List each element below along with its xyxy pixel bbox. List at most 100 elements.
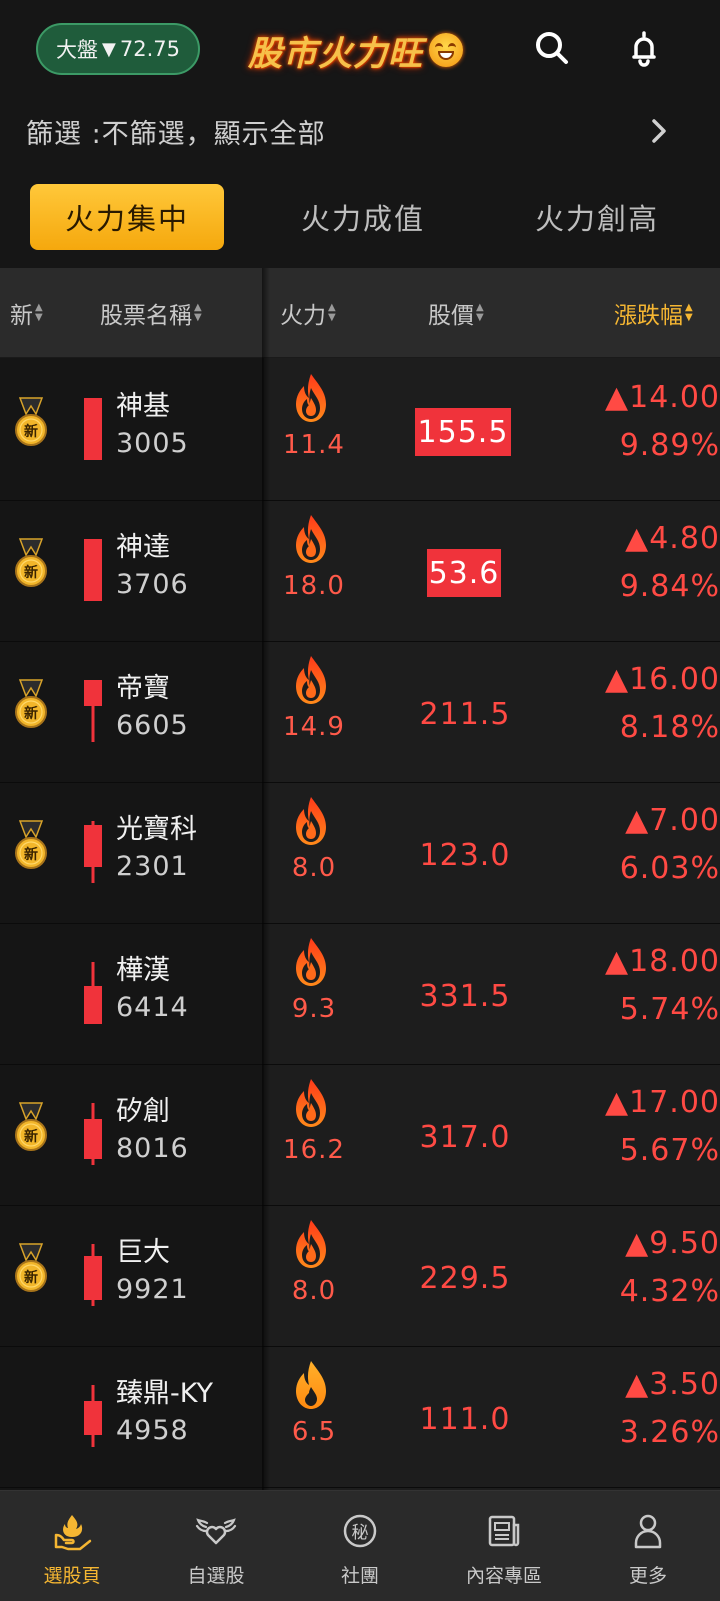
percent-change: 8.18% — [619, 710, 720, 745]
sort-icon: ▲ ▼ — [328, 302, 336, 323]
table-row[interactable]: 新 矽創 8016 16.2 317.0 ▲17.00 5.67% — [0, 1063, 720, 1206]
nav-label: 自選股 — [187, 1565, 245, 1587]
new-medal-icon: 新 — [15, 679, 47, 728]
column-header-price-label: 股價 — [428, 303, 474, 329]
medal-text: 新 — [24, 1269, 38, 1286]
market-index-pill[interactable]: 大盤 ▼ 72.75 — [36, 23, 200, 75]
nav-label: 社團 — [340, 1565, 379, 1587]
candlestick-icon — [84, 1244, 102, 1306]
stock-code: 8016 — [116, 1133, 189, 1164]
column-header-fire-label: 火力 — [280, 303, 326, 329]
nav-club[interactable]: 秘 社團 — [288, 1491, 432, 1601]
table-row[interactable]: 新 神基 3005 11.4 155.5 ▲14.00 9.89% — [0, 358, 720, 501]
filter-bar[interactable]: 篩選 :不篩選，顯示全部 — [0, 96, 720, 168]
stock-name: 巨大 — [116, 1237, 170, 1268]
stock-price: 211.5 — [419, 696, 511, 732]
medal-text: 新 — [24, 705, 38, 722]
table-row[interactable]: 臻鼎-KY 4958 6.5 111.0 ▲3.50 3.26% — [0, 1345, 720, 1488]
chevron-right-icon[interactable] — [644, 116, 674, 146]
stock-code: 6605 — [116, 710, 189, 741]
candlestick-icon — [84, 539, 102, 601]
flame-icon — [296, 656, 326, 704]
price-change: ▲9.50 — [625, 1226, 720, 1261]
price-change: ▲18.00 — [605, 944, 720, 979]
nav-label: 選股頁 — [43, 1565, 101, 1587]
column-header-new-label: 新 — [10, 303, 33, 329]
table-row[interactable]: 新 神達 3706 18.0 53.6 ▲4.80 9.84% — [0, 499, 720, 642]
stock-pick-icon — [54, 1515, 92, 1551]
pane-divider — [262, 268, 270, 1490]
stock-code: 2301 — [116, 851, 189, 882]
candlestick-icon — [84, 821, 102, 883]
column-header-new[interactable]: 新 ▲ ▼ — [10, 268, 43, 358]
column-header-change-label: 漲跌幅 — [614, 303, 683, 329]
column-header-fire[interactable]: 火力 ▲ ▼ — [280, 268, 336, 358]
new-medal-icon: 新 — [15, 538, 47, 587]
candlestick-icon — [84, 680, 102, 742]
fire-value: 9.3 — [291, 994, 337, 1024]
stock-name: 神基 — [116, 391, 170, 422]
column-header-price[interactable]: 股價 ▲ ▼ — [428, 268, 484, 358]
tab-fire-new-high[interactable]: 火力創高 — [500, 184, 694, 250]
table-row[interactable]: 樺漢 6414 9.3 331.5 ▲18.00 5.74% — [0, 922, 720, 1065]
stock-name: 光寶科 — [116, 814, 197, 845]
nav-content[interactable]: 內容專區 — [432, 1491, 576, 1601]
stock-name: 帝寶 — [116, 673, 170, 704]
flame-icon — [296, 374, 326, 422]
flame-icon — [296, 1220, 326, 1268]
price-change: ▲14.00 — [605, 380, 720, 415]
nav-watchlist[interactable]: 自選股 — [144, 1491, 288, 1601]
column-header-name[interactable]: 股票名稱 ▲ ▼ — [100, 268, 202, 358]
medal-text: 新 — [24, 846, 38, 863]
filter-label: 篩選 :不篩選，顯示全部 — [26, 119, 326, 150]
sort-icon: ▲ ▼ — [35, 302, 43, 323]
stock-code: 3005 — [116, 428, 189, 459]
medal-text: 新 — [24, 564, 38, 581]
stock-price: 331.5 — [419, 978, 511, 1014]
percent-change: 9.89% — [619, 428, 720, 463]
nav-stock-pick[interactable]: 選股頁 — [0, 1491, 144, 1601]
bottom-nav: 選股頁 自選股 秘 社團 內容專區 更多 — [0, 1490, 720, 1601]
candlestick-icon — [84, 1103, 102, 1165]
percent-change: 6.03% — [619, 851, 720, 886]
secret-glyph: 秘 — [352, 1523, 369, 1543]
search-icon[interactable] — [532, 28, 572, 68]
table-row[interactable]: 新 光寶科 2301 8.0 123.0 ▲7.00 6.03% — [0, 781, 720, 924]
sort-icon: ▲ ▼ — [476, 302, 484, 323]
table-header: 新 ▲ ▼ 股票名稱 ▲ ▼ 火力 ▲ ▼ 股價 ▲ ▼ 漲跌幅 ▲ ▼ — [0, 268, 720, 358]
flame-icon — [296, 1079, 326, 1127]
fire-value: 16.2 — [283, 1135, 345, 1165]
news-icon — [488, 1515, 520, 1547]
nav-more[interactable]: 更多 — [576, 1491, 720, 1601]
tab-bar: 火力集中 火力成值 火力創高 — [0, 168, 720, 268]
stock-price: 317.0 — [419, 1119, 511, 1155]
nav-label: 更多 — [628, 1565, 667, 1587]
tab-fire-turnover[interactable]: 火力成值 — [266, 184, 460, 250]
tab-fire-concentration[interactable]: 火力集中 — [30, 184, 224, 250]
sort-icon: ▲ ▼ — [685, 302, 693, 323]
price-change: ▲16.00 — [605, 662, 720, 697]
down-triangle-icon: ▼ — [102, 38, 116, 60]
candlestick-icon — [84, 1385, 102, 1447]
stock-name: 矽創 — [116, 1096, 170, 1127]
flame-icon — [296, 515, 326, 563]
stock-price: 111.0 — [419, 1401, 511, 1437]
stock-name: 神達 — [116, 532, 170, 563]
table-row[interactable]: 新 帝寶 6605 14.9 211.5 ▲16.00 8.18% — [0, 640, 720, 783]
fire-value: 6.5 — [291, 1417, 337, 1447]
column-header-change[interactable]: 漲跌幅 ▲ ▼ — [614, 268, 693, 358]
sort-icon: ▲ ▼ — [194, 302, 202, 323]
stock-price: 229.5 — [419, 1260, 511, 1296]
grinning-face-icon — [429, 33, 463, 67]
table-row[interactable]: 新 巨大 9921 8.0 229.5 ▲9.50 4.32% — [0, 1204, 720, 1347]
market-change: 72.75 — [119, 37, 180, 61]
fire-value: 8.0 — [291, 1276, 337, 1306]
fire-value: 8.0 — [291, 853, 337, 883]
new-medal-icon: 新 — [15, 397, 47, 446]
stock-price: 123.0 — [419, 837, 511, 873]
price-change: ▲3.50 — [625, 1367, 720, 1402]
fire-value: 18.0 — [283, 571, 345, 601]
bell-icon[interactable] — [624, 28, 664, 68]
stock-code: 6414 — [116, 992, 189, 1023]
percent-change: 5.67% — [619, 1133, 720, 1168]
